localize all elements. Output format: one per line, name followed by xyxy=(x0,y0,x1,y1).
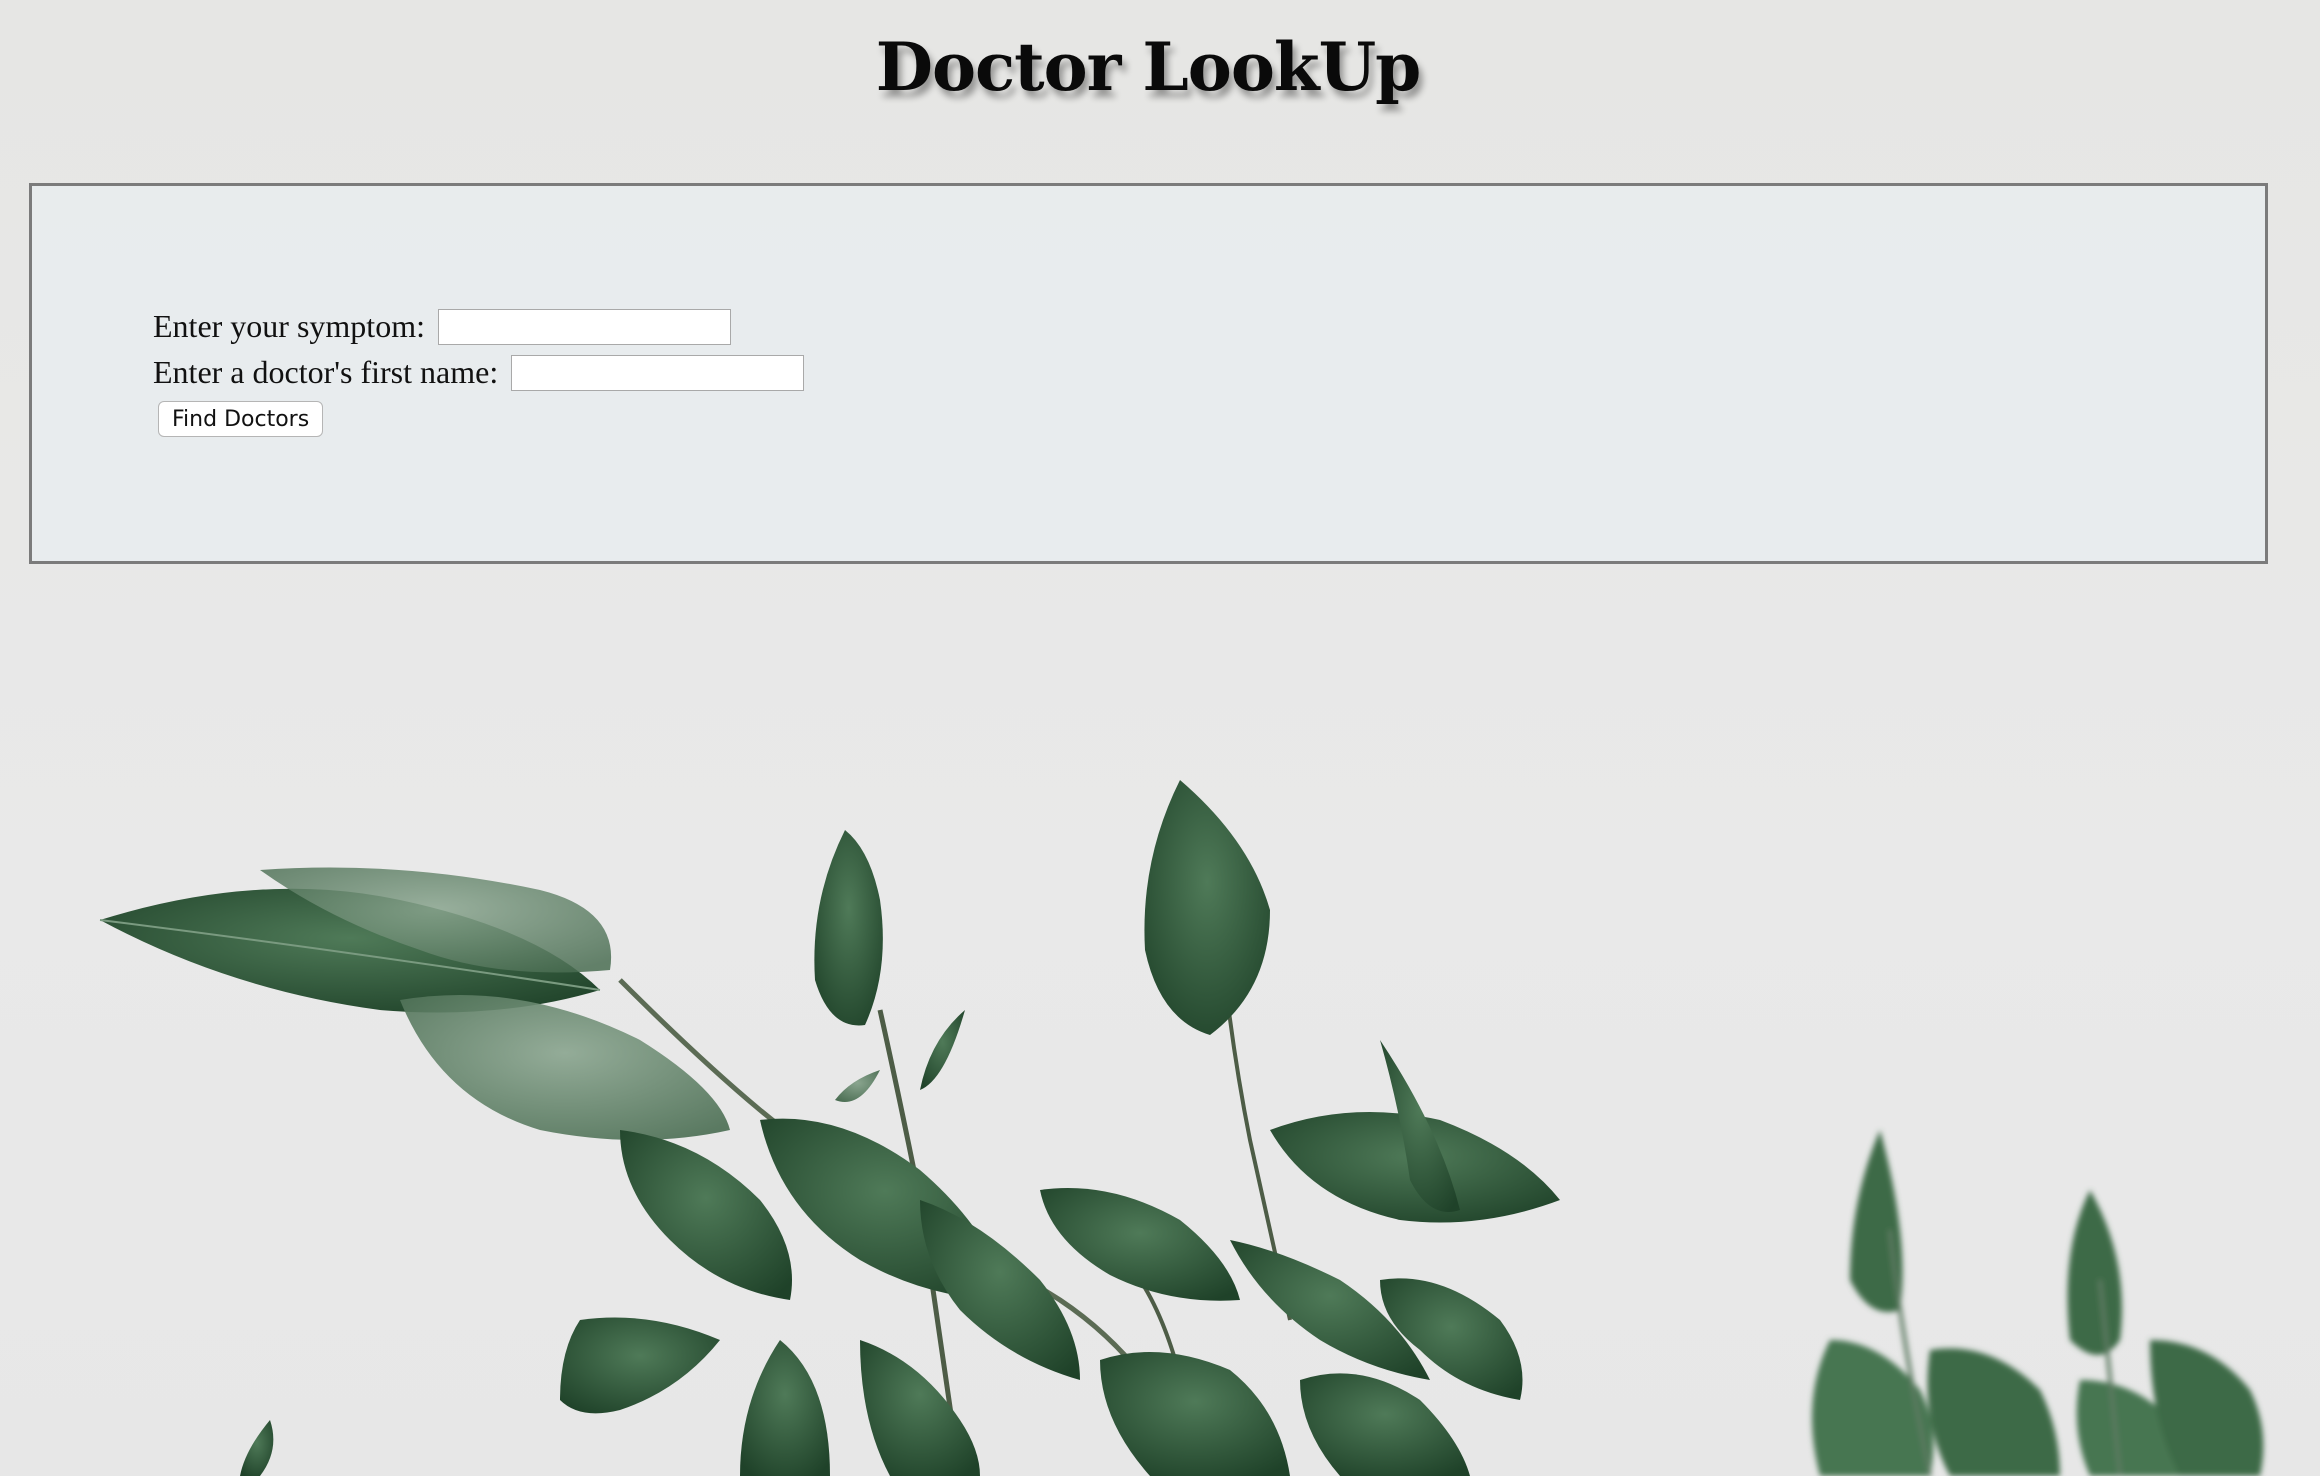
symptom-row: Enter your symptom: xyxy=(153,308,731,345)
doctor-name-input[interactable] xyxy=(511,354,805,391)
find-doctors-button[interactable]: Find Doctors xyxy=(158,401,324,437)
page-title: Doctor LookUp xyxy=(875,28,1422,106)
plant-background-image xyxy=(99,780,2264,1476)
doctor-name-row: Enter a doctor's first name: xyxy=(153,354,805,391)
symptom-label: Enter your symptom: xyxy=(153,308,425,344)
doctor-name-label: Enter a doctor's first name: xyxy=(153,354,499,390)
symptom-input[interactable] xyxy=(437,308,731,345)
search-panel: Enter your symptom: Enter a doctor's fir… xyxy=(29,183,2268,564)
